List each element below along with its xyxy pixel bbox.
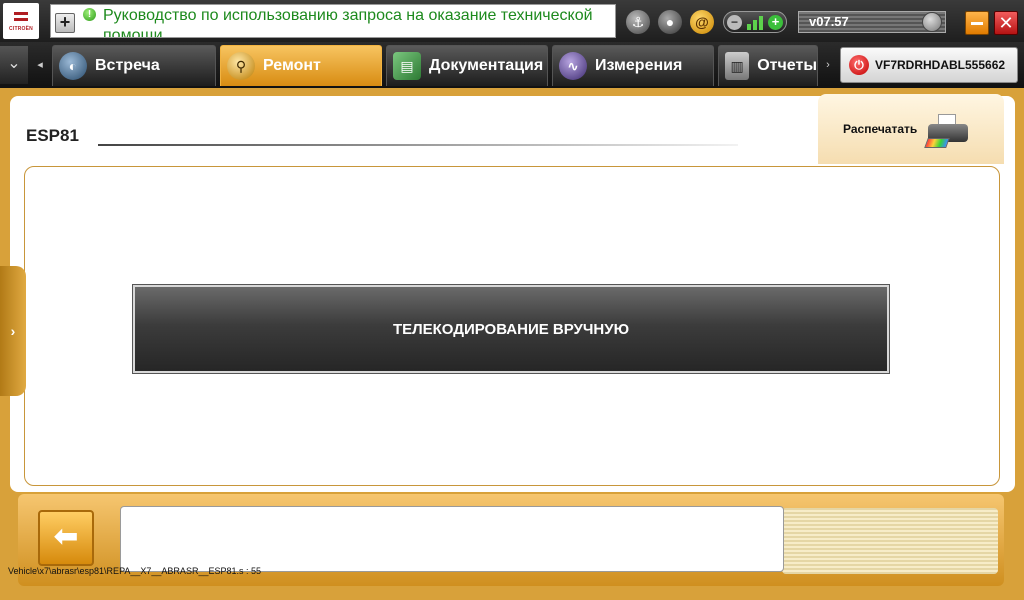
print-button[interactable]: Распечатать [818,94,1004,164]
menu-chevron-icon[interactable]: ⌄ [0,46,28,84]
tab-repair[interactable]: ⚲ Ремонт [220,45,382,86]
meeting-icon: ◐ [59,52,87,80]
print-label: Распечатать [843,122,918,136]
content-panel: ESP81 Распечатать ТЕЛЕКОДИРОВАНИЕ ВРУЧНУ… [10,94,1015,492]
decorative-stripes [782,508,998,574]
anchor-icon[interactable]: ⚓ [626,10,650,34]
tab-bar: ⌄ ◂ ◐ Встреча ⚲ Ремонт ▤ Документация ∿ … [0,42,1024,88]
chevrons-icon [12,10,30,24]
tab-label: Ремонт [263,57,321,74]
report-icon: ▥ [725,52,750,80]
at-icon[interactable]: @ [690,10,714,34]
page-title: ESP81 [26,126,79,145]
waveform-icon: ∿ [559,52,587,80]
minus-icon[interactable]: − [727,15,742,30]
tab-scroll-left-icon[interactable]: ◂ [30,46,50,84]
power-icon: ⏻ [849,55,869,75]
side-panel-toggle[interactable]: › [0,266,26,396]
brand-logo-text: CITROËN [9,26,33,32]
knob-icon[interactable] [922,12,942,32]
script-path: Vehicle\x7\abrasr\esp81\REPA__X7__ABRASR… [8,566,261,576]
book-icon: ▤ [393,52,421,80]
info-icon: ! [83,8,96,21]
manual-telecoding-button[interactable]: ТЕЛЕКОДИРОВАНИЕ ВРУЧНУЮ [132,284,890,374]
message-area [120,506,784,572]
notification-box[interactable]: + ! Руководство по использованию запроса… [50,4,616,38]
back-button[interactable]: ⬅ [38,510,94,566]
close-button[interactable]: ✕ [994,11,1018,35]
tab-meeting[interactable]: ◐ Встреча [52,45,216,86]
action-panel: ТЕЛЕКОДИРОВАНИЕ ВРУЧНУЮ [24,166,1000,486]
minimize-button[interactable] [965,11,989,35]
tab-label: Отчеты [757,57,817,74]
signal-bars-icon [747,16,767,30]
tab-label: Документация [429,57,544,74]
tab-label: Измерения [595,57,683,74]
magnifier-icon: ⚲ [227,52,255,80]
signal-control[interactable]: − + [723,11,787,33]
tab-label: Встреча [95,57,160,74]
main-frame: ESP81 Распечатать ТЕЛЕКОДИРОВАНИЕ ВРУЧНУ… [0,88,1024,600]
brand-logo: CITROËN [3,3,39,39]
tab-documentation[interactable]: ▤ Документация [386,45,548,86]
tab-scroll-right-icon[interactable]: › [818,46,838,84]
user-icon[interactable]: ● [658,10,682,34]
expand-notification-button[interactable]: + [55,13,75,33]
printer-icon [924,112,970,148]
tab-reports[interactable]: ▥ Отчеты [718,45,818,86]
notification-text: Руководство по использованию запроса на … [103,7,593,38]
plus-icon[interactable]: + [768,15,783,30]
tab-measurements[interactable]: ∿ Измерения [552,45,714,86]
vin-value: VF7RDRHDABL555662 [875,58,1006,72]
title-bar: CITROËN + ! Руководство по использованию… [0,0,1024,42]
title-divider [98,144,738,146]
vin-button[interactable]: ⏻ VF7RDRHDABL555662 [840,47,1018,83]
